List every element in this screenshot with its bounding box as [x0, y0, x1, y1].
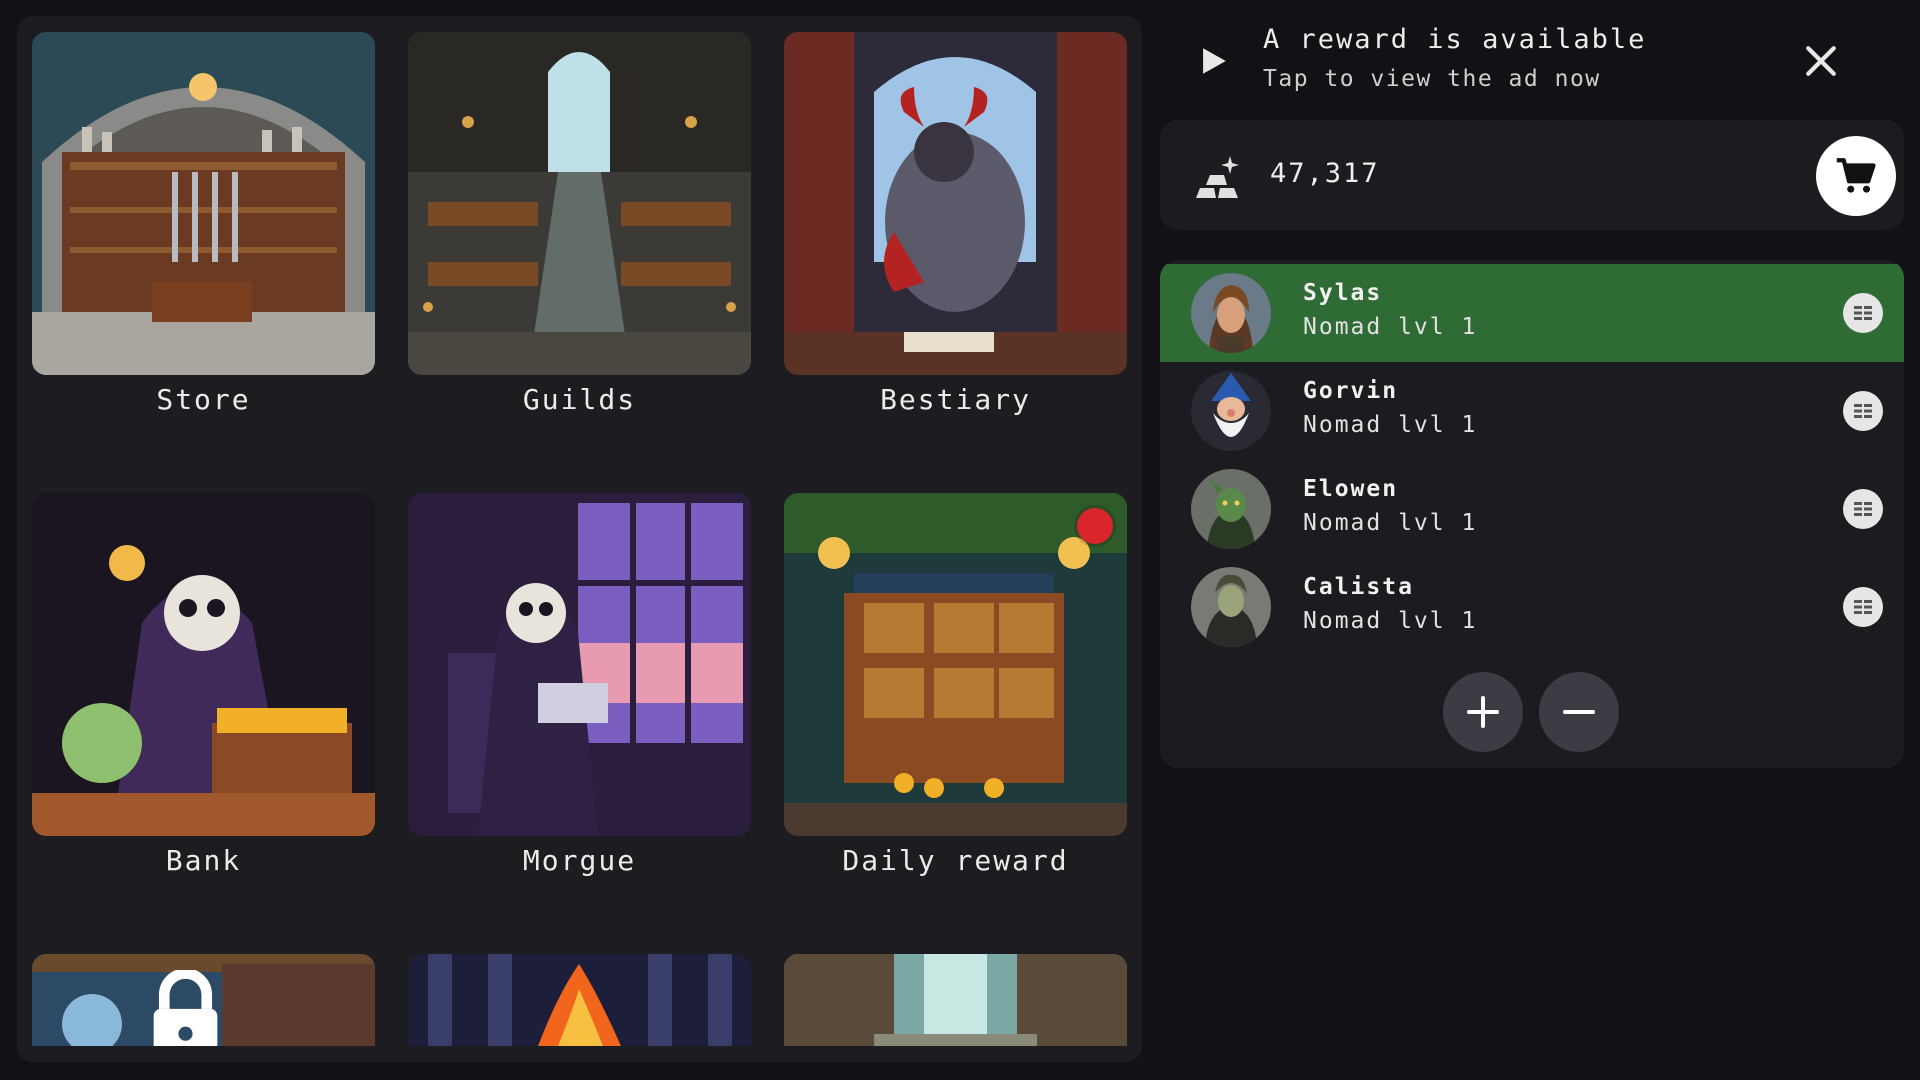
location-tile-bestiary[interactable]: Bestiary	[784, 32, 1127, 416]
gold-amount: 47,317	[1270, 158, 1380, 189]
reorder-handle-icon[interactable]	[1843, 391, 1883, 431]
canyon-location-image	[784, 954, 1127, 1046]
location-tile-morgue[interactable]: Morgue	[408, 493, 751, 877]
gold-bars-icon	[1196, 156, 1239, 198]
notification-dot	[1077, 508, 1113, 544]
reorder-handle-icon[interactable]	[1843, 587, 1883, 627]
daily-reward-image	[784, 493, 1127, 836]
location-tile-bank[interactable]: Bank	[32, 493, 375, 877]
location-tile-fire[interactable]	[408, 954, 751, 1046]
location-label: Guilds	[522, 383, 637, 416]
hero-row-calista[interactable]: Calista Nomad lvl 1	[1160, 558, 1904, 656]
morgue-image	[408, 493, 751, 836]
location-label: Morgue	[522, 844, 637, 877]
location-tile-store[interactable]: Store	[32, 32, 375, 416]
lock-icon	[153, 970, 218, 1046]
bank-image	[32, 493, 375, 836]
hero-row-elowen[interactable]: Elowen Nomad lvl 1	[1160, 460, 1904, 558]
avatar	[1191, 469, 1271, 549]
location-tile-locked[interactable]	[32, 954, 375, 1046]
hero-name: Gorvin	[1303, 378, 1399, 404]
reorder-handle-icon[interactable]	[1843, 489, 1883, 529]
store-cart-button[interactable]	[1816, 136, 1896, 216]
hero-class: Nomad lvl 1	[1303, 608, 1478, 634]
location-tile-guilds[interactable]: Guilds	[408, 32, 751, 416]
plus-icon	[1467, 696, 1499, 728]
guilds-image	[408, 32, 751, 375]
reorder-handle-icon[interactable]	[1843, 293, 1883, 333]
ad-subtitle: Tap to view the ad now	[1263, 66, 1601, 92]
avatar	[1191, 567, 1271, 647]
fire-location-image	[408, 954, 751, 1046]
store-image	[32, 32, 375, 375]
add-hero-button[interactable]	[1443, 672, 1523, 752]
location-label: Bestiary	[880, 383, 1031, 416]
hero-class: Nomad lvl 1	[1303, 412, 1478, 438]
location-label: Daily reward	[842, 844, 1069, 877]
hero-class: Nomad lvl 1	[1303, 314, 1478, 340]
location-label: Store	[156, 383, 251, 416]
shopping-cart-icon	[1836, 158, 1876, 193]
avatar	[1191, 273, 1271, 353]
location-tile-canyon[interactable]	[784, 954, 1127, 1046]
hero-name: Sylas	[1303, 280, 1383, 306]
minus-icon	[1563, 710, 1595, 714]
ad-title: A reward is available	[1263, 24, 1647, 55]
location-label: Bank	[165, 844, 242, 877]
close-icon[interactable]	[1804, 44, 1838, 78]
bestiary-image	[784, 32, 1127, 375]
currency-card: 47,317	[1160, 120, 1904, 230]
avatar	[1191, 371, 1271, 451]
hero-row-sylas[interactable]: Sylas Nomad lvl 1	[1160, 264, 1904, 362]
location-grid: Store Guilds Bestiary Bank Morgue Daily …	[17, 16, 1142, 1062]
hero-class: Nomad lvl 1	[1303, 510, 1478, 536]
location-tile-daily-reward[interactable]: Daily reward	[784, 493, 1127, 877]
hero-name: Elowen	[1303, 476, 1399, 502]
hero-name: Calista	[1303, 574, 1414, 600]
play-icon[interactable]	[1196, 44, 1230, 78]
ad-banner[interactable]: A reward is available Tap to view the ad…	[1180, 20, 1870, 104]
party-list: Sylas Nomad lvl 1 Gorvin Nomad lvl 1 Elo…	[1160, 260, 1904, 768]
remove-hero-button[interactable]	[1539, 672, 1619, 752]
locked-location-image	[32, 954, 375, 1046]
hero-row-gorvin[interactable]: Gorvin Nomad lvl 1	[1160, 362, 1904, 460]
